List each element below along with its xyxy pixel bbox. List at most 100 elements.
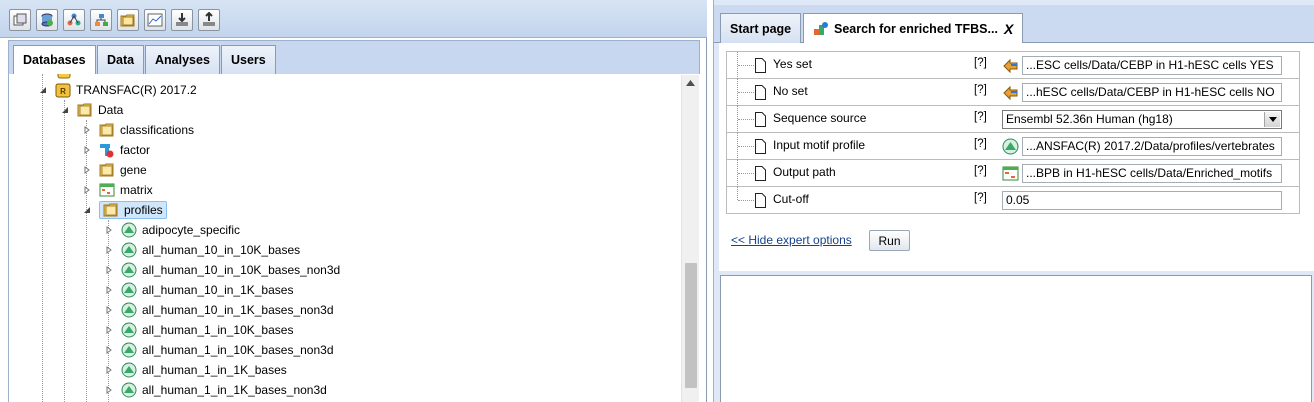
export-button[interactable] bbox=[198, 9, 220, 31]
collapsed-arrow-icon[interactable] bbox=[105, 306, 113, 314]
profile-icon bbox=[121, 242, 137, 258]
profile-icon bbox=[121, 342, 137, 358]
tree-label-profile: all_human_1_in_10K_bases_non3d bbox=[142, 343, 334, 357]
close-icon[interactable]: X bbox=[1004, 15, 1013, 43]
diagram-button[interactable] bbox=[90, 9, 112, 31]
import-button[interactable] bbox=[171, 9, 193, 31]
sequence-source-select[interactable]: Ensembl 52.36n Human (hg18) bbox=[1002, 110, 1282, 129]
folder-icon bbox=[120, 14, 135, 27]
collapsed-arrow-icon[interactable] bbox=[83, 186, 91, 194]
folder-button[interactable] bbox=[117, 9, 139, 31]
tree-item-profile[interactable]: all_human_10_in_1K_bases_non3d bbox=[105, 300, 334, 320]
new-window-button[interactable] bbox=[9, 9, 31, 31]
collapsed-arrow-icon[interactable] bbox=[105, 386, 113, 394]
tree-label-data: Data bbox=[98, 103, 124, 117]
tree-item-profile[interactable]: all_human_1_in_10K_bases_non3d bbox=[105, 340, 334, 360]
help-link[interactable]: [?] bbox=[974, 84, 987, 96]
output-path-input[interactable]: ...BPB in H1-hESC cells/Data/Enriched_mo… bbox=[1022, 164, 1282, 183]
tab-search-enriched-tfbs[interactable]: Search for enriched TFBS... X bbox=[803, 13, 1024, 44]
tab-users[interactable]: Users bbox=[221, 45, 276, 75]
tree-label-profile: all_human_10_in_1K_bases_non3d bbox=[142, 303, 334, 317]
tree-item-data[interactable]: Data bbox=[61, 100, 123, 120]
tree-item-matrix[interactable]: matrix bbox=[83, 180, 153, 200]
chart-button[interactable] bbox=[144, 9, 166, 31]
database-refresh-button[interactable] bbox=[36, 9, 58, 31]
run-button[interactable]: Run bbox=[869, 230, 910, 251]
tab-start-page[interactable]: Start page bbox=[720, 13, 802, 43]
profile-icon bbox=[121, 302, 137, 318]
yes-set-input[interactable]: ...ESC cells/Data/CEBP in H1-hESC cells … bbox=[1022, 56, 1282, 75]
tree-item-profiles[interactable]: profiles bbox=[83, 200, 167, 220]
expanded-arrow-icon[interactable] bbox=[83, 206, 91, 214]
help-link[interactable]: [?] bbox=[974, 165, 987, 177]
param-row-sequence-source: Sequence source [?] Ensembl 52.36n Human… bbox=[726, 106, 1300, 133]
workflow-icon bbox=[67, 13, 81, 26]
collapsed-arrow-icon[interactable] bbox=[105, 246, 113, 254]
hide-expert-options-link[interactable]: << Hide expert options bbox=[731, 233, 852, 247]
collapsed-arrow-icon[interactable] bbox=[105, 266, 113, 274]
tree-label-transfac: TRANSFAC(R) 2017.2 bbox=[76, 83, 197, 97]
dataset-link-icon[interactable] bbox=[1002, 57, 1019, 74]
workflow-button[interactable] bbox=[63, 9, 85, 31]
tree-selection[interactable]: profiles bbox=[99, 201, 167, 219]
tab-data[interactable]: Data bbox=[97, 45, 145, 75]
param-row-yes-set: Yes set [?] ...ESC cells/Data/CEBP in H1… bbox=[726, 52, 1300, 79]
tree-scrollbar[interactable] bbox=[681, 75, 699, 402]
collapsed-arrow-icon[interactable] bbox=[105, 286, 113, 294]
folder-icon bbox=[99, 123, 114, 137]
tree-item-profile[interactable]: all_human_10_in_10K_bases_non3d bbox=[105, 260, 340, 280]
collapsed-arrow-icon[interactable] bbox=[105, 346, 113, 354]
expanded-arrow-icon[interactable] bbox=[61, 106, 69, 114]
help-link[interactable]: [?] bbox=[974, 111, 987, 123]
help-link[interactable]: [?] bbox=[974, 57, 987, 69]
param-row-input-motif-profile: Input motif profile [?] ...ANSFAC(R) 201… bbox=[726, 133, 1300, 160]
tree-item-profile[interactable]: all_human_1_in_1K_bases bbox=[105, 360, 287, 380]
tree-item-gene[interactable]: gene bbox=[83, 160, 147, 180]
tab-analyses[interactable]: Analyses bbox=[145, 45, 220, 75]
tree-item-profile[interactable]: adipocyte_specific bbox=[105, 220, 240, 240]
tree-item-profile[interactable]: all_human_1_in_1K_bases_non3d bbox=[105, 380, 327, 400]
expanded-arrow-icon[interactable] bbox=[39, 86, 47, 94]
table-icon[interactable] bbox=[1002, 165, 1019, 182]
tree-item-transfac[interactable]: R TRANSFAC(R) 2017.2 bbox=[39, 80, 197, 100]
tree-item-factor[interactable]: factor bbox=[83, 140, 150, 160]
tree-item-profile[interactable]: all_human_10_in_1K_bases bbox=[105, 280, 293, 300]
collapsed-arrow-icon[interactable] bbox=[83, 166, 91, 174]
no-set-input[interactable]: ...hESC cells/Data/CEBP in H1-hESC cells… bbox=[1022, 83, 1282, 102]
tree-item-classifications[interactable]: classifications bbox=[83, 120, 194, 140]
folder-icon bbox=[77, 103, 92, 117]
matrix-icon bbox=[99, 183, 115, 197]
profile-icon[interactable] bbox=[1002, 138, 1019, 155]
input-motif-profile-input[interactable]: ...ANSFAC(R) 2017.2/Data/profiles/verteb… bbox=[1022, 137, 1282, 156]
database-tree: R TRANSFAC(R) 2017.2 Data classification… bbox=[8, 74, 700, 402]
collapsed-arrow-icon[interactable] bbox=[83, 126, 91, 134]
document-icon bbox=[755, 193, 766, 208]
param-label: Cut-off bbox=[773, 192, 809, 206]
scrollbar-thumb[interactable] bbox=[685, 263, 697, 388]
param-label: Output path bbox=[773, 165, 836, 179]
scroll-up-icon[interactable] bbox=[686, 80, 695, 86]
tab-databases[interactable]: Databases bbox=[13, 45, 96, 76]
database-icon: R bbox=[55, 83, 71, 98]
tree-label-matrix: matrix bbox=[120, 183, 153, 197]
collapsed-arrow-icon[interactable] bbox=[83, 146, 91, 154]
collapsed-arrow-icon[interactable] bbox=[105, 326, 113, 334]
folder-icon bbox=[99, 163, 114, 177]
folder-icon bbox=[103, 203, 118, 217]
tree-label-gene: gene bbox=[120, 163, 147, 177]
collapsed-arrow-icon[interactable] bbox=[105, 226, 113, 234]
help-link[interactable]: [?] bbox=[974, 192, 987, 204]
collapsed-arrow-icon[interactable] bbox=[105, 366, 113, 374]
profile-icon bbox=[121, 362, 137, 378]
tree-item-profile[interactable]: all_human_1_in_10K_bases bbox=[105, 320, 293, 340]
help-link[interactable]: [?] bbox=[974, 138, 987, 150]
tree-label-profile: all_human_10_in_10K_bases bbox=[142, 243, 301, 257]
dataset-link-icon[interactable] bbox=[1002, 84, 1019, 101]
profile-icon bbox=[121, 282, 137, 298]
param-label: Input motif profile bbox=[773, 138, 866, 152]
dropdown-arrow-icon[interactable] bbox=[1264, 112, 1280, 127]
cut-off-input[interactable]: 0.05 bbox=[1002, 191, 1282, 210]
tree-item-profile[interactable]: all_human_10_in_10K_bases bbox=[105, 240, 300, 260]
right-tabbar: Start page Search for enriched TFBS... X bbox=[714, 5, 1314, 44]
document-icon bbox=[755, 85, 766, 100]
